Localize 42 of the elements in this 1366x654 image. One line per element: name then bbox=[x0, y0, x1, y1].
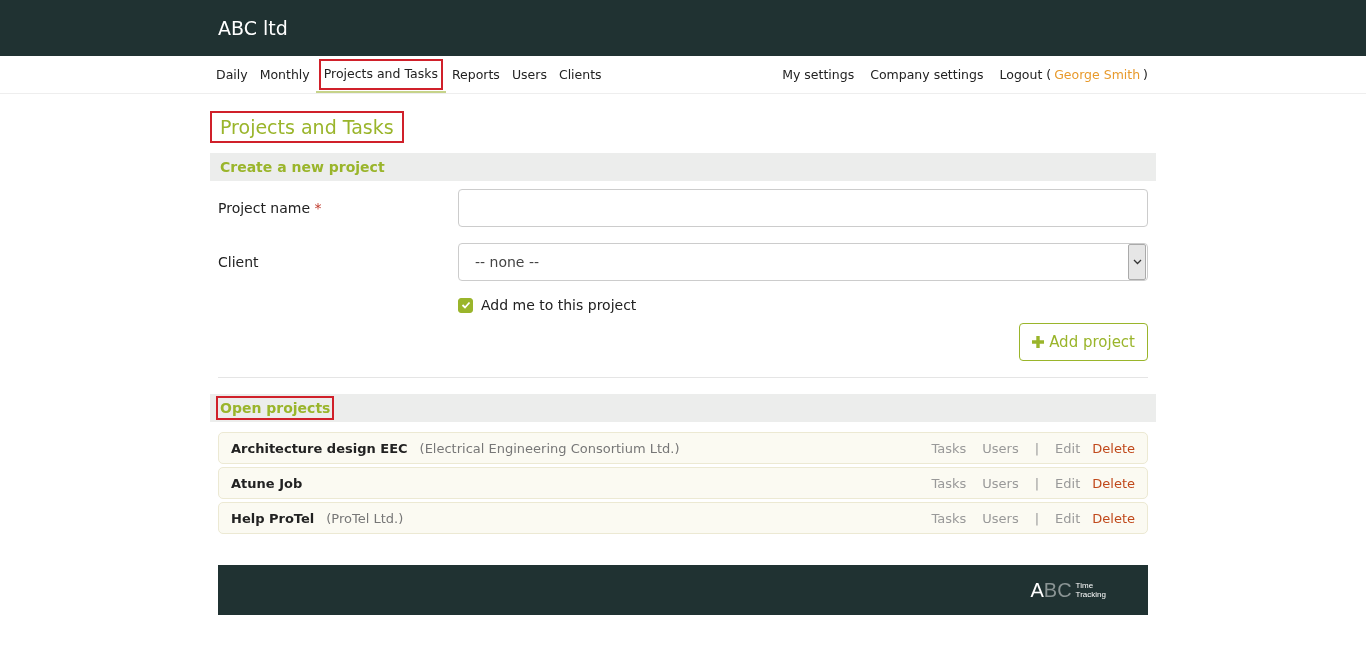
users-link[interactable]: Users bbox=[982, 475, 1019, 491]
plus-icon bbox=[1032, 336, 1045, 348]
field-label: Project name * bbox=[218, 200, 323, 216]
client-dropdown[interactable]: -- none -- bbox=[458, 243, 1148, 281]
project-name: Atune Job bbox=[231, 475, 303, 491]
edit-link[interactable]: Edit bbox=[1055, 510, 1081, 526]
page-title: Projects and Tasks bbox=[210, 111, 404, 143]
delete-link[interactable]: Delete bbox=[1092, 475, 1135, 491]
checkbox-label: Add me to this project bbox=[481, 297, 637, 313]
delete-link[interactable]: Delete bbox=[1092, 510, 1135, 526]
nav-tab[interactable]: Daily bbox=[210, 56, 254, 93]
checkmark-icon bbox=[460, 301, 471, 309]
client-name: (Electrical Engineering Consortium Ltd.) bbox=[419, 440, 680, 456]
separator: | bbox=[1034, 475, 1040, 491]
nav-tab[interactable]: Reports bbox=[445, 56, 506, 93]
checkbox[interactable] bbox=[458, 297, 473, 313]
separator: | bbox=[1034, 440, 1040, 456]
tasks-link[interactable]: Tasks bbox=[931, 475, 967, 491]
users-link[interactable]: Users bbox=[982, 440, 1019, 456]
nav-tab[interactable]: Clients bbox=[552, 56, 608, 93]
tasks-link[interactable]: Tasks bbox=[931, 510, 967, 526]
section-title: Create a new project bbox=[219, 158, 386, 177]
section-title: Open projects bbox=[216, 396, 335, 420]
nav-tab[interactable]: Monthly bbox=[253, 56, 316, 93]
users-link[interactable]: Users bbox=[982, 510, 1019, 526]
client-name: (ProTel Ltd.) bbox=[326, 510, 404, 526]
project-name-field[interactable] bbox=[458, 189, 1148, 227]
nav-tab[interactable]: Users bbox=[505, 56, 553, 93]
edit-link[interactable]: Edit bbox=[1055, 440, 1081, 456]
separator: | bbox=[1034, 510, 1040, 526]
logout-link[interactable]: Logout ( George Smith ) bbox=[991, 56, 1156, 93]
company-name: ABC ltd bbox=[218, 17, 288, 39]
project-name: Architecture design EEC bbox=[231, 440, 408, 456]
delete-link[interactable]: Delete bbox=[1092, 440, 1135, 456]
project-name: Help ProTel bbox=[231, 510, 315, 526]
field-label: Client bbox=[218, 254, 260, 270]
edit-link[interactable]: Edit bbox=[1055, 475, 1081, 491]
nav-link[interactable]: Company settings bbox=[862, 56, 992, 93]
tasks-link[interactable]: Tasks bbox=[931, 440, 967, 456]
chevron-down-icon bbox=[1132, 259, 1142, 265]
nav-link[interactable]: My settings bbox=[774, 56, 863, 93]
nav-tab[interactable]: Projects and Tasks bbox=[315, 56, 446, 93]
